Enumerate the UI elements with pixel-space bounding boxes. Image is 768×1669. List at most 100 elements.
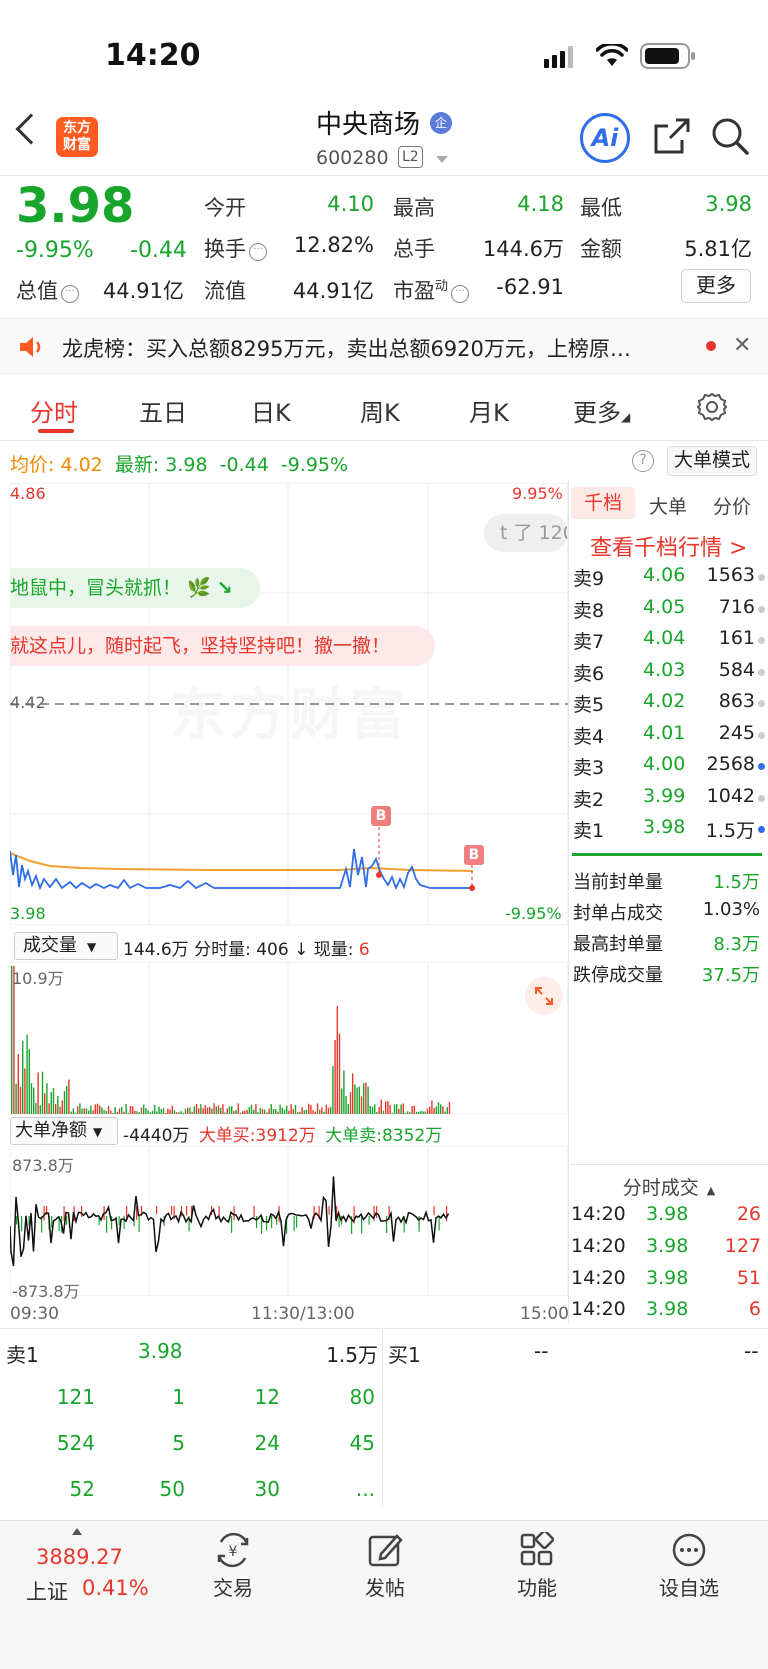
volume-bar	[413, 1105, 415, 1114]
share-icon[interactable]	[652, 116, 692, 156]
index-change-pct[interactable]: 0.41%	[82, 1576, 149, 1600]
ask-row[interactable]: 卖7 4.04 161	[573, 627, 765, 657]
flow-bar	[123, 1216, 125, 1230]
info-icon[interactable]: ···	[451, 285, 470, 303]
volume-bar	[312, 1110, 314, 1114]
volume-bar	[206, 1107, 209, 1114]
volume-bar	[116, 1112, 118, 1114]
ask-row[interactable]: 卖4 4.01 245	[573, 722, 765, 752]
comment-tag[interactable]: t 了 120	[484, 514, 568, 552]
back-arrow-icon[interactable]	[15, 113, 47, 145]
more-quote-button[interactable]: 更多	[681, 269, 751, 303]
volume-bar	[448, 1102, 451, 1114]
chevron-down-icon[interactable]	[436, 156, 448, 163]
index-value[interactable]: 3889.27	[36, 1545, 123, 1569]
big-order-flow-chart[interactable]	[10, 1146, 568, 1296]
flow-bar	[106, 1216, 108, 1233]
avg-price-label: 均价:	[10, 454, 55, 476]
queue-order-qty: 24	[254, 1431, 280, 1455]
tab-five-day[interactable]: 五日	[139, 393, 187, 428]
volume-bar	[266, 1112, 268, 1114]
volume-bar	[22, 1040, 24, 1114]
chevron-up-icon[interactable]	[72, 1528, 82, 1535]
volume-bar	[261, 1108, 264, 1114]
flow-axis-max: 873.8万	[12, 1156, 74, 1175]
seal-value: 8.3万	[713, 934, 760, 955]
volume-bar	[15, 1083, 17, 1114]
info-icon[interactable]: ···	[61, 285, 79, 303]
volume-bar	[158, 1106, 160, 1114]
buy-marker[interactable]: B	[464, 845, 484, 865]
volume-bar	[48, 1103, 50, 1114]
ask-row[interactable]: 卖1 3.98 1.5万	[573, 816, 765, 846]
ai-assistant-button[interactable]: Ai	[580, 113, 630, 163]
view-thousand-levels-link[interactable]: 查看千档行情 >	[590, 530, 747, 562]
index-name[interactable]: 上证	[26, 1576, 68, 1606]
flow-bar	[266, 1216, 268, 1231]
stock-code[interactable]: 600280	[316, 147, 389, 169]
tab-price-distribution[interactable]: 分价	[713, 492, 751, 519]
flow-indicator-select[interactable]: 大单净额 ▼	[10, 1117, 118, 1145]
ask-row[interactable]: 卖5 4.02 863	[573, 690, 765, 720]
tab-more[interactable]: 更多◢	[573, 393, 630, 428]
tab-thousand-levels[interactable]: 千档	[571, 487, 635, 519]
turnover-value: 12.82%	[293, 233, 374, 257]
volume-bar	[107, 1106, 110, 1114]
flow-bar	[253, 1206, 255, 1218]
ask-row[interactable]: 卖6 4.03 584	[573, 659, 765, 689]
tab-monthly-k[interactable]: 月K	[469, 393, 509, 428]
news-text[interactable]: 龙虎榜：买入总额8295万元，卖出总额6920万元，上榜原…	[62, 333, 682, 363]
volume-bar	[52, 1088, 55, 1114]
buy-marker[interactable]: B	[371, 806, 391, 826]
seal-label: 封单占成交	[573, 903, 663, 924]
tick-trades-header[interactable]: 分时成交 ▲	[570, 1164, 768, 1200]
volume-bar	[28, 1049, 30, 1114]
apps-icon	[520, 1532, 555, 1566]
volume-bar	[103, 1109, 105, 1114]
volume-bar	[305, 1109, 308, 1114]
ask-row[interactable]: 卖9 4.06 1563	[573, 564, 765, 594]
price-axis-prev-close: 4.42	[10, 693, 46, 712]
comment-bubble[interactable]: 地鼠中，冒头就抓！ 🌿 ↘	[10, 568, 260, 608]
ask-row[interactable]: 卖3 4.00 2568	[573, 753, 765, 783]
level2-badge[interactable]: L2	[398, 146, 423, 168]
search-icon[interactable]	[710, 116, 750, 156]
volume-bar	[79, 1103, 81, 1114]
trade-icon: ¥	[217, 1532, 249, 1568]
ask-qty: 863	[718, 690, 755, 712]
pe-label-text: 市盈	[393, 279, 435, 303]
flow-bar	[16, 1216, 18, 1225]
info-icon[interactable]: ···	[249, 243, 267, 261]
volume-chart[interactable]	[10, 962, 568, 1114]
gear-icon[interactable]	[697, 392, 727, 422]
ask-qty: 1042	[706, 784, 755, 807]
volume-bar	[50, 1092, 52, 1114]
tab-weekly-k[interactable]: 周K	[360, 393, 400, 428]
flow-bar	[186, 1206, 188, 1216]
ask-row[interactable]: 卖2 3.99 1042	[573, 785, 765, 815]
volume-indicator-select[interactable]: 成交量 ▼	[14, 932, 118, 960]
volume-bar	[134, 1110, 136, 1114]
nav-add-watchlist[interactable]: 设自选	[644, 1532, 734, 1601]
comment-bubble[interactable]: 就这点儿，随时起飞，坚持坚持吧！撤一撤！	[10, 626, 435, 666]
big-order-mode-button[interactable]: 大单模式	[667, 446, 757, 476]
volume-bar	[143, 1104, 145, 1114]
tab-big-orders[interactable]: 大单	[649, 492, 687, 519]
expand-icon[interactable]	[525, 977, 563, 1015]
ask-price: 3.99	[643, 784, 686, 807]
volume-bar	[224, 1112, 226, 1114]
ask-row[interactable]: 卖8 4.05 716	[573, 596, 765, 626]
volume-bar	[200, 1104, 202, 1114]
tab-daily-k[interactable]: 日K	[251, 393, 291, 428]
volume-bar	[371, 1106, 374, 1114]
flow-bar	[156, 1206, 158, 1215]
nav-trade[interactable]: ¥ 交易	[188, 1532, 278, 1601]
ask-level: 卖4	[573, 725, 605, 748]
nav-post[interactable]: 发帖	[340, 1532, 430, 1601]
tab-intraday[interactable]: 分时	[30, 393, 78, 428]
nav-functions[interactable]: 功能	[492, 1532, 582, 1601]
market-cap-value: 44.91亿	[102, 279, 184, 303]
volume-label: 总手	[393, 237, 435, 261]
help-icon[interactable]: ?	[632, 450, 654, 472]
close-icon[interactable]: ✕	[733, 333, 751, 358]
